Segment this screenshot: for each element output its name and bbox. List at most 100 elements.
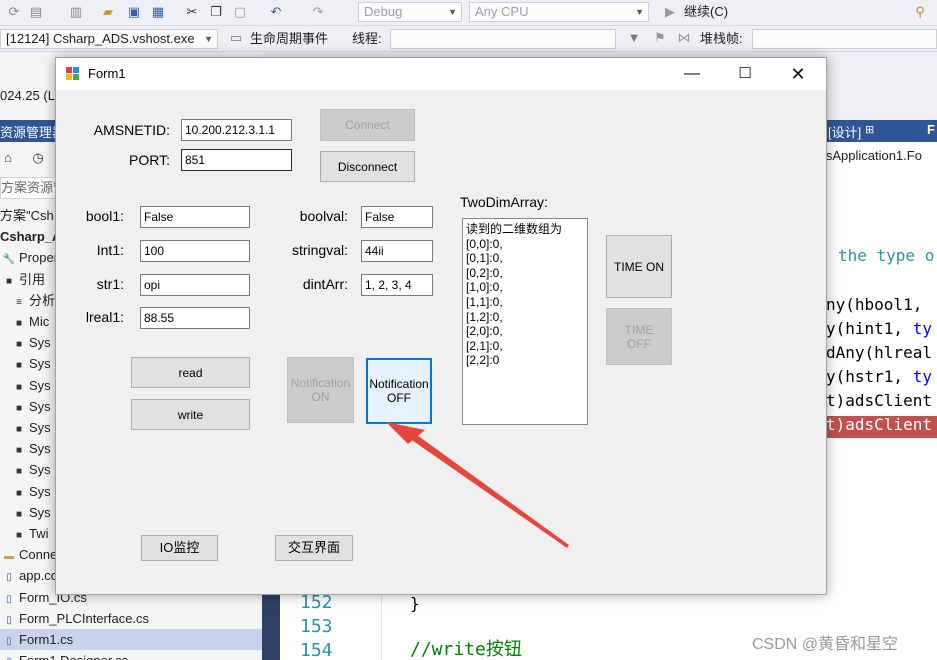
save-all-icon[interactable]: ▦	[150, 4, 166, 20]
twodimarray-listbox[interactable]: 读到的二维数组为 [0,0]:0, [0,1]:0, [0,2]:0, [1,0]:0,…	[462, 218, 588, 425]
maximize-button[interactable]: ☐	[719, 58, 771, 90]
port-input[interactable]: 851	[181, 149, 292, 171]
forward-icon[interactable]: ⟳	[6, 4, 22, 20]
add-item-icon[interactable]: ▥	[68, 4, 84, 20]
lreal1-input[interactable]: 88.55	[140, 307, 250, 329]
minimize-button[interactable]: —	[666, 58, 718, 90]
listbox-item[interactable]: [1,1]:0,	[466, 295, 587, 310]
continue-button[interactable]: 继续(C)	[684, 2, 728, 22]
listbox-item[interactable]: [2,2]:0	[466, 353, 587, 368]
form1-window: Form1 — ☐ ✕ AMSNETID: 10.200.212.3.1.1 P…	[55, 57, 827, 595]
ref-icon: ■	[15, 530, 23, 541]
vs-standard-toolbar: ⟳ ▤ ▥ ▰ ▣ ▦ ✂ ❐ ▢ ↶ ↷ Debug ▼ Any CPU ▼ ▶ …	[0, 0, 937, 26]
search-icon[interactable]: ⚲	[912, 4, 928, 20]
lreal1-label: lreal1:	[85, 309, 124, 325]
tree-item-label: Sys	[29, 420, 51, 435]
port-label: PORT:	[129, 152, 170, 168]
home-icon[interactable]: ⌂	[0, 150, 16, 166]
tree-item-label: Csharp_A	[0, 229, 62, 245]
time-off-button[interactable]: TIME OFF	[606, 308, 672, 365]
bool1-input[interactable]: False	[140, 206, 250, 228]
listbox-item[interactable]: [2,0]:0,	[466, 324, 587, 339]
thread-combo[interactable]	[390, 29, 616, 49]
open-folder-icon[interactable]: ▰	[100, 4, 116, 20]
listbox-item[interactable]: [1,2]:0,	[466, 310, 587, 325]
copy-icon[interactable]: ❐	[208, 4, 224, 20]
paste-icon[interactable]: ▢	[232, 4, 248, 20]
boolval-input[interactable]: False	[361, 206, 433, 228]
undo-icon[interactable]: ↶	[268, 4, 284, 20]
cut-icon[interactable]: ✂	[184, 4, 200, 20]
ref-icon: ■	[5, 275, 13, 287]
stringval-input[interactable]: 44ii	[361, 240, 433, 262]
ref-icon: ■	[15, 339, 23, 351]
ref-icon: ■	[15, 445, 23, 457]
process-combo[interactable]: [12124] Csharp_ADS.vshost.exe ▼	[0, 29, 218, 49]
ref-icon: ■	[15, 402, 23, 414]
io-monitor-button[interactable]: IO监控	[141, 535, 218, 561]
lifecycle-events-dropdown[interactable]: 生命周期事件	[250, 29, 328, 49]
new-project-icon[interactable]: ▤	[28, 4, 44, 20]
listbox-item[interactable]: [0,2]:0,	[466, 266, 587, 281]
disconnect-button[interactable]: Disconnect	[320, 151, 415, 182]
write-button[interactable]: write	[131, 399, 250, 430]
notification-on-button[interactable]: Notification ON	[287, 357, 354, 423]
ref-icon: ■	[15, 381, 23, 393]
stack-frame-label: 堆栈帧:	[700, 31, 743, 46]
solution-config-combo[interactable]: Debug ▼	[358, 2, 462, 22]
winform-app-icon	[66, 67, 80, 81]
stringval-label: stringval:	[291, 242, 348, 258]
pin-icon[interactable]: ⊞	[865, 123, 874, 136]
listbox-item[interactable]: [1,0]:0,	[466, 280, 587, 295]
redo-icon[interactable]: ↷	[310, 4, 326, 20]
int1-input[interactable]: 100	[140, 240, 250, 262]
tree-item[interactable]: ▯ Form1.cs	[0, 629, 262, 650]
connect-button[interactable]: Connect	[320, 109, 415, 141]
filter-icon[interactable]: ▼	[626, 30, 642, 46]
tree-item-label: Sys	[29, 441, 51, 457]
listbox-item[interactable]: [2,1]:0,	[466, 339, 587, 354]
chevron-down-icon: ▼	[635, 7, 644, 17]
editor-tab-fragment[interactable]: msApplication1.Fo	[815, 148, 922, 163]
tree-item-label: Twi	[29, 526, 49, 541]
analyzer-icon: ≡	[16, 296, 22, 308]
history-icon[interactable]: ◷	[30, 150, 46, 166]
boolval-label: boolval:	[299, 208, 348, 224]
tree-item[interactable]: ▯ Form_PLCInterface.cs	[0, 608, 262, 629]
bool1-label: bool1:	[85, 208, 124, 224]
designer-tab-label: [设计]	[828, 125, 862, 140]
tree-item[interactable]: ▯Form1.Designer.cs	[0, 650, 262, 660]
time-on-button[interactable]: TIME ON	[606, 235, 672, 298]
listbox-item[interactable]: [0,1]:0,	[466, 251, 587, 266]
chevron-down-icon: ▼	[204, 34, 213, 44]
code-line: t)adsClient	[826, 389, 932, 413]
solution-config-value: Debug	[364, 4, 403, 19]
tree-item-label: Sys	[29, 377, 51, 393]
code-line: y(hint1, ty	[826, 317, 932, 341]
dintarr-input[interactable]: 1, 2, 3, 4	[361, 274, 433, 296]
tree-item-label: Sys	[29, 462, 51, 478]
tree-item-label: Mic	[29, 314, 50, 329]
tree-item-label: app.co	[19, 568, 59, 584]
save-icon[interactable]: ▣	[126, 4, 142, 20]
str1-input[interactable]: opi	[140, 274, 250, 296]
chevron-down-icon: ▼	[448, 7, 457, 17]
split-icon[interactable]: ⋈	[676, 30, 692, 46]
listbox-item[interactable]: 读到的二维数组为	[466, 222, 587, 237]
flag-icon[interactable]: ⚑	[652, 30, 668, 46]
solution-platform-combo[interactable]: Any CPU ▼	[469, 2, 649, 22]
ref-icon: ■	[15, 424, 23, 435]
tree-item-label: Form1.Designer.cs	[19, 653, 128, 660]
stack-frame-combo[interactable]	[752, 29, 937, 49]
interaction-ui-button[interactable]: 交互界面	[275, 535, 353, 561]
notification-off-button[interactable]: Notification OFF	[366, 358, 432, 424]
close-button[interactable]: ✕	[772, 58, 824, 90]
tree-item-label: Conne	[19, 547, 58, 563]
amsnetid-input[interactable]: 10.200.212.3.1.1	[181, 119, 292, 141]
int1-label: Int1:	[96, 242, 124, 258]
tree-item-label: Sys	[29, 504, 51, 520]
twodimarray-label: TwoDimArray:	[460, 194, 548, 210]
form1-titlebar[interactable]: Form1 — ☐ ✕	[56, 58, 826, 90]
read-button[interactable]: read	[131, 357, 250, 388]
listbox-item[interactable]: [0,0]:0,	[466, 237, 587, 252]
